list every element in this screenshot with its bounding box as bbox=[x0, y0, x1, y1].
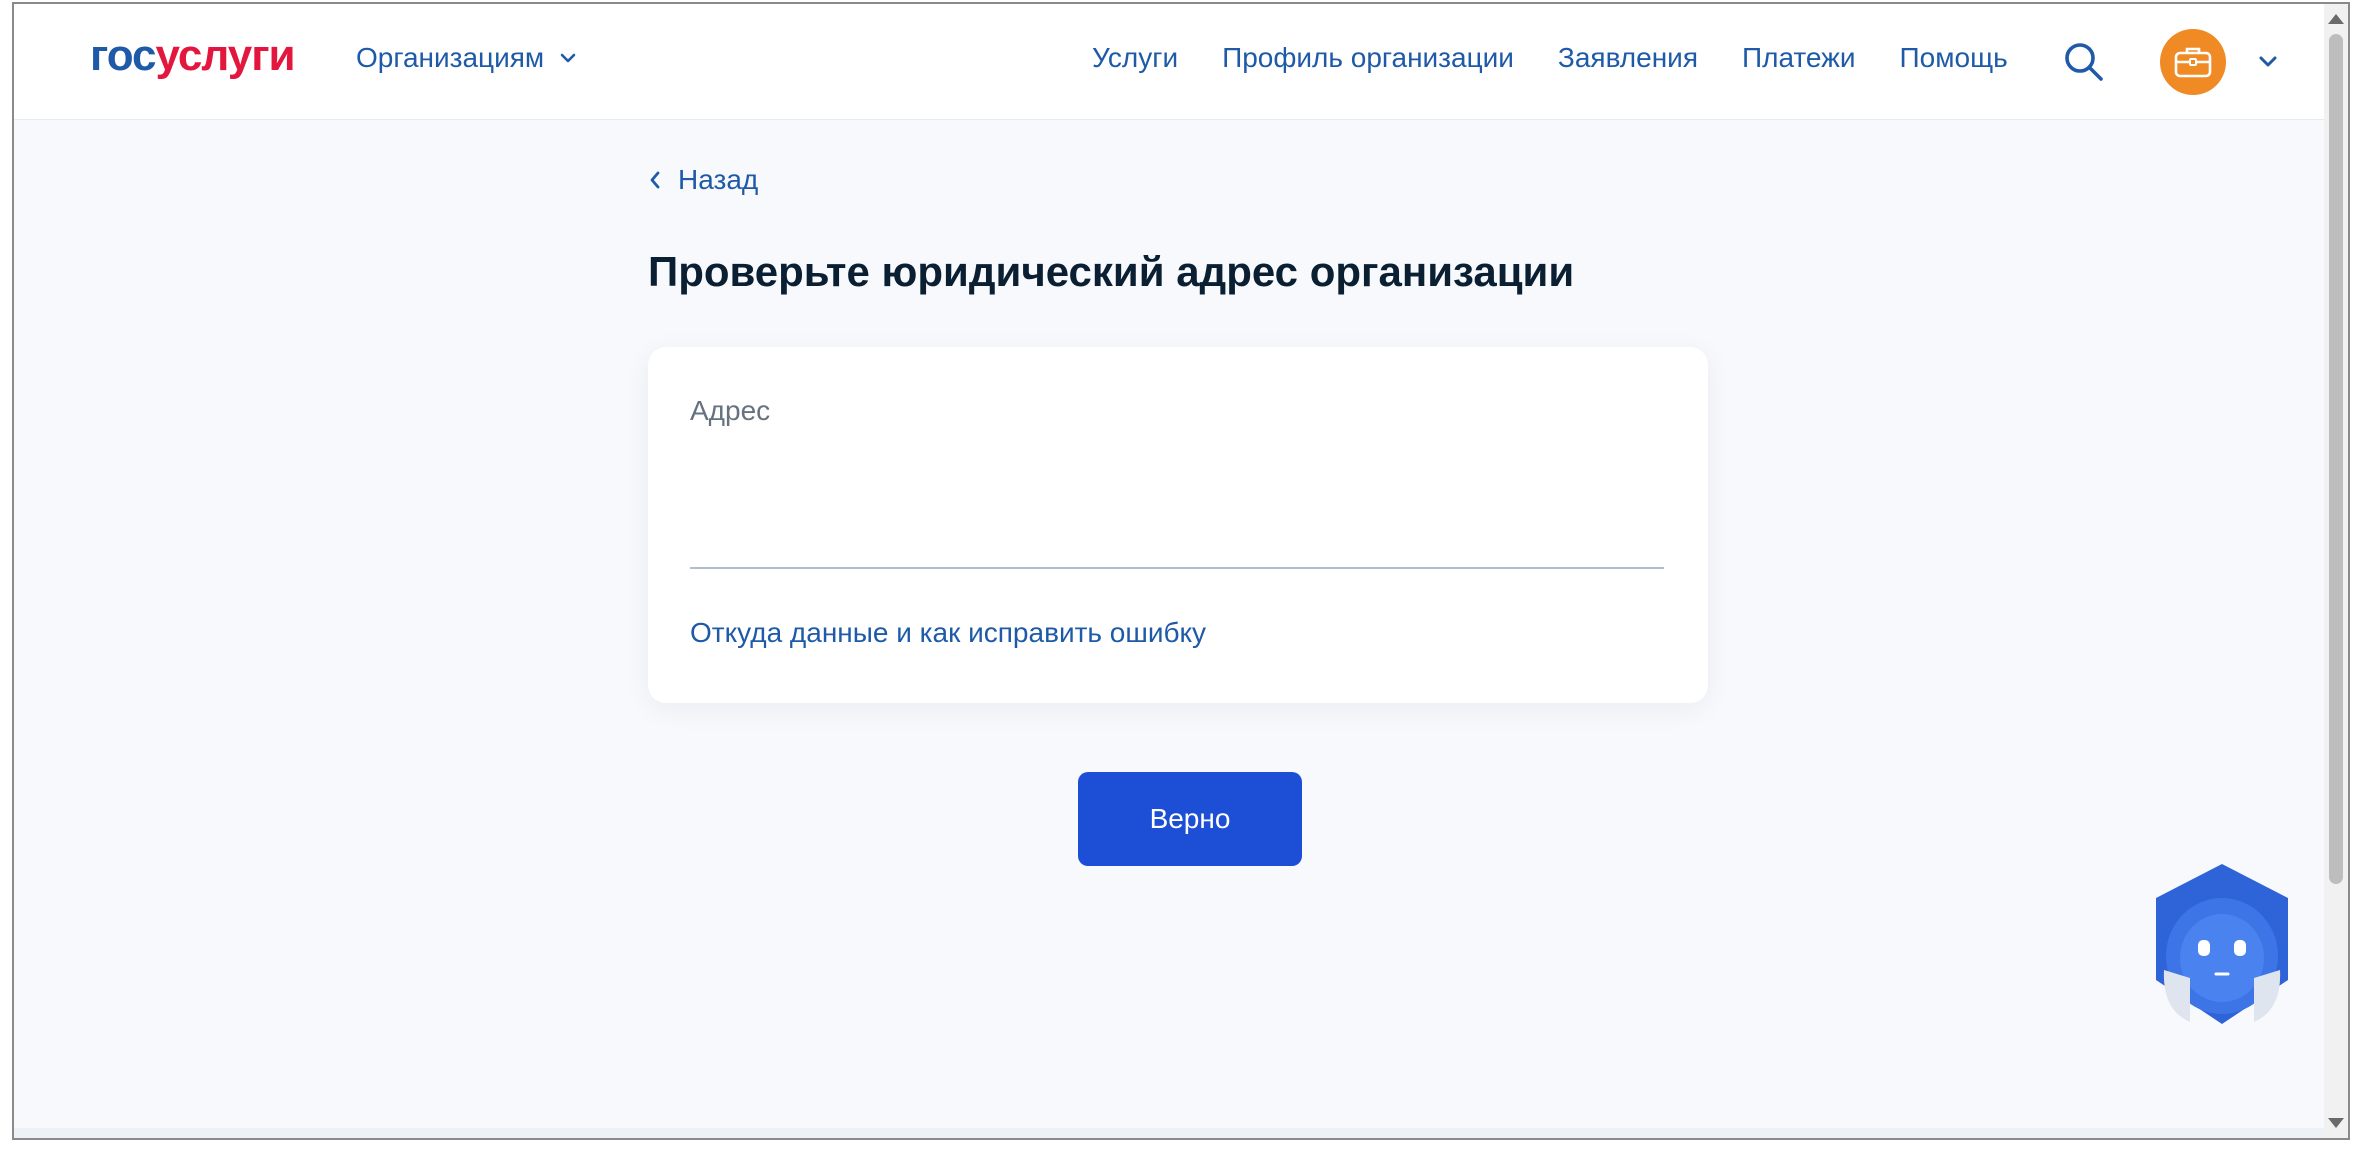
nav-item-services[interactable]: Услуги bbox=[1092, 42, 1178, 74]
robot-assistant-icon[interactable] bbox=[2142, 860, 2302, 1028]
back-link[interactable]: Назад bbox=[648, 164, 758, 196]
nav-item-org-profile[interactable]: Профиль организации bbox=[1222, 42, 1514, 74]
search-icon[interactable] bbox=[2060, 38, 2108, 86]
briefcase-icon bbox=[2174, 47, 2212, 78]
address-label: Адрес bbox=[690, 395, 771, 426]
organizations-menu-label: Организациям bbox=[356, 42, 545, 73]
organizations-menu[interactable]: Организациям bbox=[356, 42, 578, 74]
scrollbar-thumb[interactable] bbox=[2329, 34, 2343, 884]
gosuslugi-logo[interactable]: госуслуги bbox=[90, 30, 296, 82]
page-bottom-strip bbox=[14, 1128, 2324, 1138]
scroll-up-arrow-icon[interactable] bbox=[2328, 14, 2344, 24]
nav-item-payments[interactable]: Платежи bbox=[1742, 42, 1856, 74]
address-field[interactable] bbox=[690, 447, 1664, 569]
scroll-down-arrow-icon[interactable] bbox=[2328, 1118, 2344, 1128]
data-source-help-link[interactable]: Откуда данные и как исправить ошибку bbox=[690, 617, 1206, 649]
chevron-left-icon bbox=[650, 171, 660, 189]
logo-part-gos: гос bbox=[90, 31, 157, 80]
logo-part-uslugi: услуги bbox=[155, 31, 296, 80]
organization-avatar[interactable] bbox=[2160, 29, 2226, 95]
page-title: Проверьте юридический адрес организации bbox=[648, 248, 1575, 295]
chevron-down-icon[interactable] bbox=[2254, 48, 2282, 76]
main-nav: Услуги Профиль организации Заявления Пла… bbox=[1092, 42, 2008, 74]
nav-item-help[interactable]: Помощь bbox=[1900, 42, 2008, 74]
back-link-label: Назад bbox=[678, 164, 759, 195]
confirm-button[interactable]: Верно bbox=[1078, 772, 1302, 866]
vertical-scrollbar[interactable] bbox=[2324, 4, 2348, 1138]
address-card: Адрес Откуда данные и как исправить ошиб… bbox=[648, 347, 1708, 703]
site-header: госуслуги Организациям Услуги Профиль ор… bbox=[14, 4, 2348, 120]
browser-window: госуслуги Организациям Услуги Профиль ор… bbox=[12, 2, 2350, 1140]
nav-item-applications[interactable]: Заявления bbox=[1558, 42, 1698, 74]
chevron-down-icon bbox=[560, 53, 576, 63]
